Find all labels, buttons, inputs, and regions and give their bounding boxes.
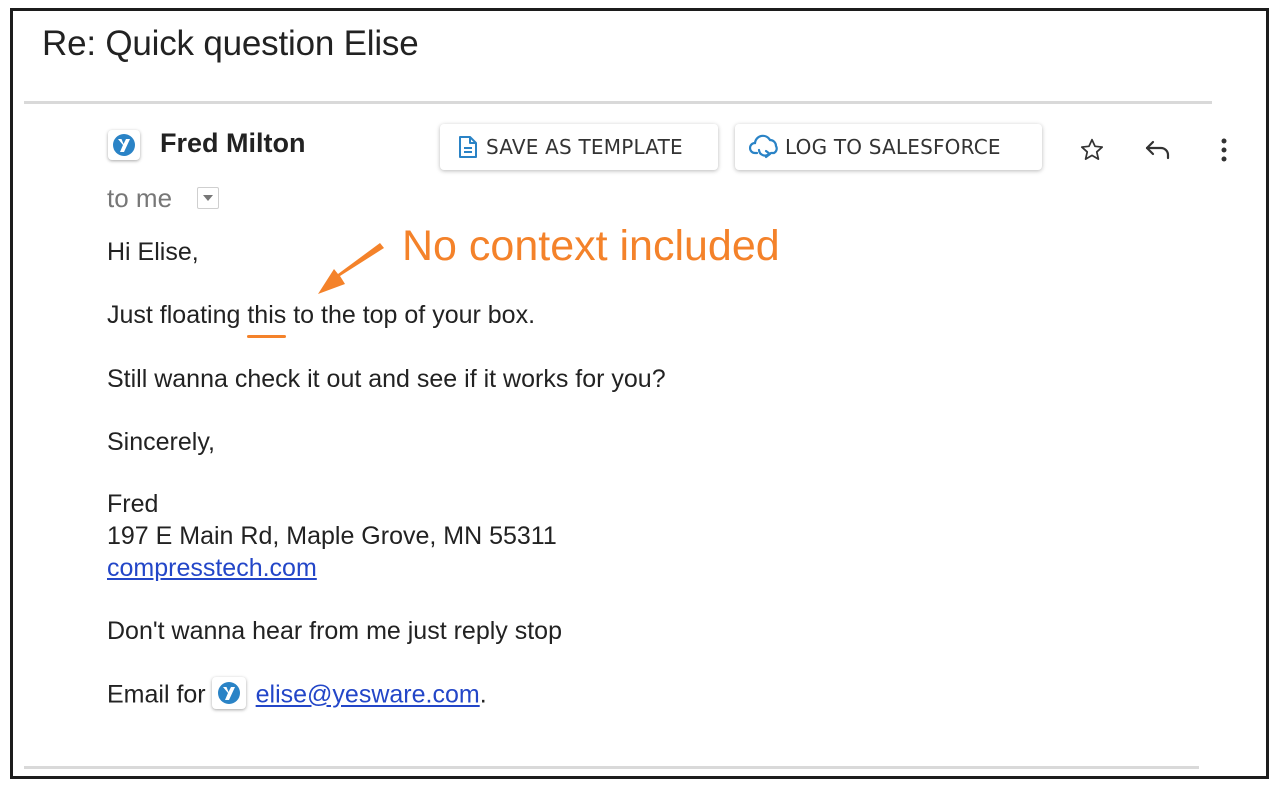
- log-to-salesforce-button[interactable]: LOG TO SALESFORCE: [735, 124, 1042, 170]
- signature-website-link[interactable]: compresstech.com: [107, 554, 317, 582]
- header-divider: [24, 101, 1212, 104]
- email-for-label: Email for: [107, 680, 206, 709]
- annotation-arrow-icon: [318, 243, 384, 294]
- save-as-template-label: SAVE AS TEMPLATE: [486, 135, 683, 159]
- closing: Sincerely,: [107, 428, 215, 456]
- body-line-1: Just floating this to the top of your bo…: [107, 301, 536, 338]
- footer-divider: [24, 766, 1199, 769]
- highlighted-word-text: this: [247, 301, 287, 329]
- star-button[interactable]: [1076, 134, 1108, 166]
- log-to-salesforce-label: LOG TO SALESFORCE: [785, 135, 1001, 159]
- signature-name: Fred: [107, 490, 159, 518]
- more-vertical-icon: [1221, 138, 1227, 162]
- email-subject: Re: Quick question Elise: [42, 24, 419, 63]
- signature-address: 197 E Main Rd, Maple Grove, MN 55311: [107, 522, 557, 550]
- signature-link-line: compresstech.com: [107, 554, 317, 583]
- more-options-button[interactable]: [1208, 134, 1240, 166]
- yesware-inline-logo-icon: [211, 677, 246, 709]
- email-for-suffix: .: [479, 680, 487, 709]
- reply-button[interactable]: [1142, 134, 1174, 166]
- cloud-upload-icon: [749, 134, 781, 160]
- recipient-label: to me: [107, 183, 173, 213]
- body-line-1-start: Just floating: [107, 301, 248, 329]
- highlight-underline: [247, 335, 287, 338]
- document-icon: [458, 135, 478, 159]
- chevron-down-icon: [203, 195, 213, 201]
- recipient-email-link[interactable]: elise@yesware.com: [256, 681, 480, 709]
- star-icon: [1080, 138, 1104, 160]
- annotation-text: No context included: [402, 222, 780, 270]
- greeting: Hi Elise,: [107, 238, 199, 266]
- sender-name: Fred Milton: [160, 128, 306, 158]
- yesware-logo-icon: [108, 130, 140, 160]
- unsubscribe-line: Don't wanna hear from me just reply stop: [107, 617, 562, 645]
- save-as-template-button[interactable]: SAVE AS TEMPLATE: [440, 124, 718, 170]
- highlighted-word: this: [247, 301, 287, 338]
- body-line-2: Still wanna check it out and see if it w…: [107, 365, 666, 393]
- body-line-1-end: to the top of your box.: [286, 301, 536, 329]
- reply-icon: [1145, 140, 1170, 160]
- recipient-details-dropdown[interactable]: [197, 187, 219, 209]
- email-for-line: Email for elise@yesware.com.: [107, 677, 487, 712]
